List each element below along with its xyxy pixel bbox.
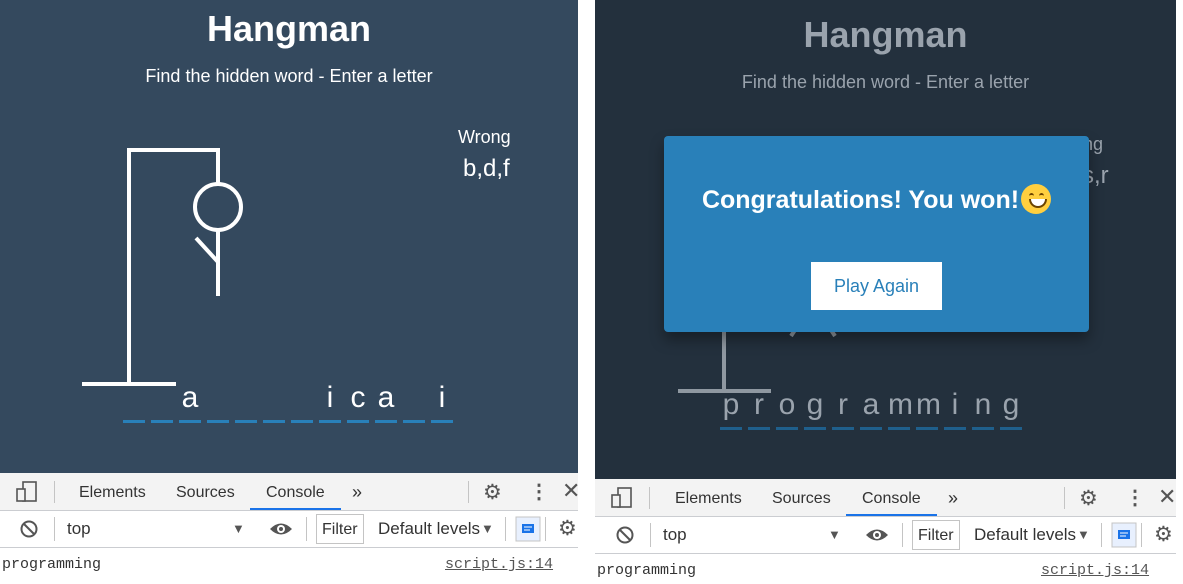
messages-icon[interactable] bbox=[1111, 522, 1137, 548]
console-settings-icon[interactable]: ⚙ bbox=[558, 516, 577, 541]
separator bbox=[306, 517, 307, 541]
word-letter: i bbox=[944, 387, 966, 430]
word-letter bbox=[235, 380, 257, 423]
settings-gear-icon[interactable]: ⚙ bbox=[483, 480, 502, 505]
separator bbox=[902, 523, 903, 547]
chevron-down-icon[interactable]: ▼ bbox=[232, 521, 245, 536]
filter-input[interactable]: Filter bbox=[316, 514, 364, 544]
devtools-tabbar: Elements Sources Console » ⚙ ⋮ ✕ bbox=[595, 479, 1176, 517]
more-options-icon[interactable]: ⋮ bbox=[1125, 485, 1145, 510]
play-again-button[interactable]: Play Again bbox=[811, 262, 942, 310]
word-letter: a bbox=[375, 380, 397, 423]
word-letter bbox=[151, 380, 173, 423]
log-source-link[interactable]: script.js:14 bbox=[1041, 562, 1149, 579]
filter-input[interactable]: Filter bbox=[912, 520, 960, 550]
word-letter: a bbox=[179, 380, 201, 423]
separator bbox=[1141, 523, 1142, 547]
more-tabs-icon[interactable]: » bbox=[948, 479, 958, 516]
devtools-tabbar: Elements Sources Console » ⚙ ⋮ ✕ bbox=[0, 473, 578, 511]
console-toolbar: top ▼ Filter Default levels ▼ ⚙ bbox=[595, 517, 1176, 554]
separator bbox=[1064, 487, 1065, 509]
word-letter: i bbox=[431, 380, 453, 423]
word-letter: c bbox=[347, 380, 369, 423]
hidden-word: aicai bbox=[120, 380, 456, 423]
right-screenshot: Hangman Find the hidden word - Enter a l… bbox=[595, 0, 1176, 584]
separator bbox=[1101, 523, 1102, 547]
device-toggle-icon[interactable] bbox=[611, 487, 633, 509]
word-letter: a bbox=[860, 387, 882, 430]
eye-icon[interactable] bbox=[864, 526, 890, 544]
win-popup: Congratulations! You won! Play Again bbox=[664, 136, 1089, 332]
word-letter: n bbox=[972, 387, 994, 430]
clear-console-icon[interactable] bbox=[615, 525, 635, 545]
log-source-link[interactable]: script.js:14 bbox=[445, 556, 553, 573]
figure-head bbox=[193, 182, 243, 232]
console-toolbar: top ▼ Filter Default levels ▼ ⚙ bbox=[0, 511, 578, 548]
clear-console-icon[interactable] bbox=[19, 519, 39, 539]
word-letter bbox=[291, 380, 313, 423]
more-tabs-icon[interactable]: » bbox=[352, 473, 362, 510]
hidden-word: programming bbox=[717, 387, 1025, 430]
more-options-icon[interactable]: ⋮ bbox=[529, 479, 549, 504]
word-letter bbox=[207, 380, 229, 423]
context-selector[interactable]: top bbox=[663, 525, 687, 545]
grinning-face-icon bbox=[1021, 184, 1052, 214]
context-selector[interactable]: top bbox=[67, 519, 91, 539]
word-letter: i bbox=[319, 380, 341, 423]
figure-arm bbox=[194, 236, 220, 264]
word-letter: r bbox=[748, 387, 770, 430]
tab-elements[interactable]: Elements bbox=[79, 473, 146, 510]
chevron-down-icon[interactable]: ▼ bbox=[1077, 527, 1090, 542]
devtools-panel: Elements Sources Console » ⚙ ⋮ ✕ top ▼ F… bbox=[0, 473, 578, 584]
chevron-down-icon[interactable]: ▼ bbox=[828, 527, 841, 542]
settings-gear-icon[interactable]: ⚙ bbox=[1079, 486, 1098, 511]
log-message: programming bbox=[2, 556, 102, 573]
devtools-panel: Elements Sources Console » ⚙ ⋮ ✕ top ▼ F… bbox=[595, 479, 1176, 584]
separator bbox=[650, 523, 651, 547]
separator bbox=[649, 487, 650, 509]
console-settings-icon[interactable]: ⚙ bbox=[1154, 522, 1173, 547]
word-letter: g bbox=[1000, 387, 1022, 430]
messages-icon[interactable] bbox=[515, 516, 541, 542]
popup-message-text: Congratulations! You won! bbox=[701, 186, 1020, 214]
word-letter: m bbox=[888, 387, 913, 430]
word-letter bbox=[123, 380, 145, 423]
left-screenshot: Hangman Find the hidden word - Enter a l… bbox=[0, 0, 578, 584]
separator bbox=[54, 481, 55, 503]
word-letter: o bbox=[776, 387, 798, 430]
tab-console[interactable]: Console bbox=[846, 479, 937, 516]
tab-sources[interactable]: Sources bbox=[176, 473, 235, 510]
eye-icon[interactable] bbox=[268, 520, 294, 538]
tab-sources[interactable]: Sources bbox=[772, 479, 831, 516]
separator bbox=[468, 481, 469, 503]
word-letter: m bbox=[916, 387, 941, 430]
separator bbox=[505, 517, 506, 541]
chevron-down-icon[interactable]: ▼ bbox=[481, 521, 494, 536]
log-levels-dropdown[interactable]: Default levels bbox=[378, 519, 480, 539]
device-toggle-icon[interactable] bbox=[16, 481, 38, 503]
word-letter: p bbox=[720, 387, 742, 430]
word-letter bbox=[403, 380, 425, 423]
separator bbox=[545, 517, 546, 541]
log-levels-dropdown[interactable]: Default levels bbox=[974, 525, 1076, 545]
word-letter: r bbox=[832, 387, 854, 430]
word-letter: g bbox=[804, 387, 826, 430]
tab-console[interactable]: Console bbox=[250, 473, 341, 510]
game-area: Hangman Find the hidden word - Enter a l… bbox=[0, 0, 578, 473]
close-icon[interactable]: ✕ bbox=[1158, 484, 1176, 510]
separator bbox=[54, 517, 55, 541]
log-message: programming bbox=[597, 562, 697, 579]
tab-elements[interactable]: Elements bbox=[675, 479, 742, 516]
word-letter bbox=[263, 380, 285, 423]
close-icon[interactable]: ✕ bbox=[562, 478, 578, 504]
game-area: Hangman Find the hidden word - Enter a l… bbox=[595, 0, 1176, 479]
popup-message: Congratulations! You won! bbox=[664, 184, 1089, 215]
